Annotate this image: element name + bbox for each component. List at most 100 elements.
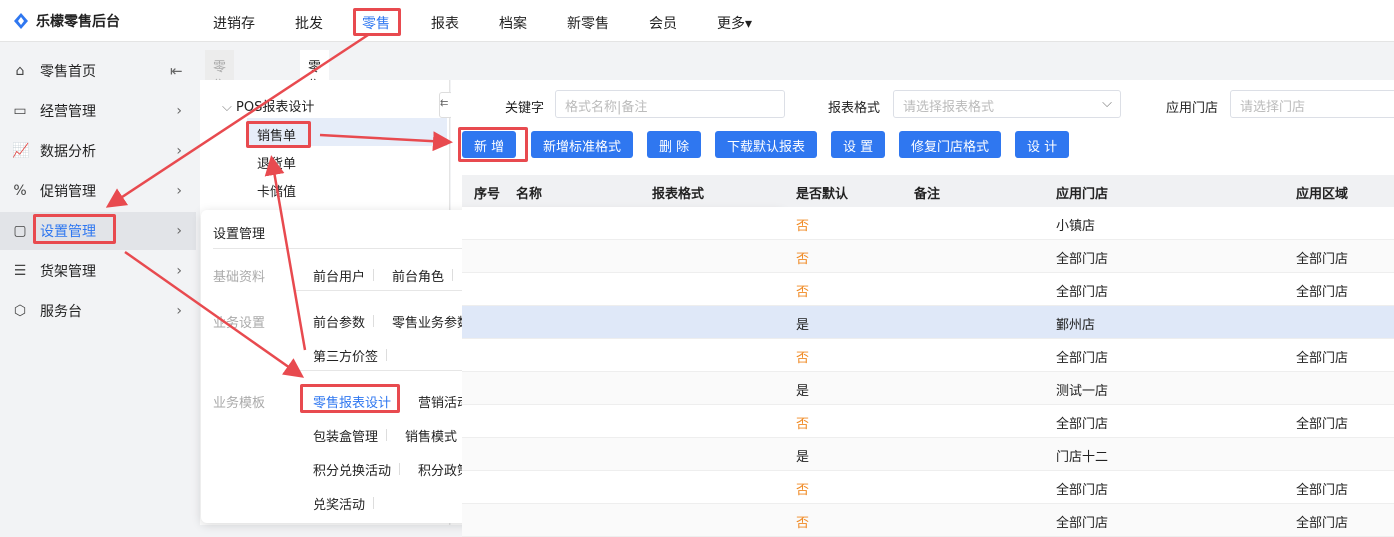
nav-item-0[interactable]: 进销存 — [213, 13, 255, 33]
toolbar-button-3[interactable]: 下载默认报表 — [715, 131, 818, 158]
format-label: 报表格式 — [828, 101, 881, 116]
popup-link[interactable]: 前台用户 — [313, 266, 375, 285]
app-title: 乐檬零售后台 — [36, 14, 120, 30]
nav-item-2[interactable]: 零售 — [362, 13, 390, 33]
sidebar-item-3[interactable]: % 促销管理 › — [0, 172, 196, 210]
cell-default: 否 — [796, 516, 810, 531]
keyword-input[interactable]: 格式名称|备注 — [555, 90, 785, 118]
column-header: 序号 — [474, 187, 501, 202]
home-icon: ⌂ — [15, 63, 25, 79]
chevron-down-icon: ⌵ — [1102, 96, 1112, 111]
folder-icon: ▢ — [13, 223, 27, 239]
chevron-right-icon: › — [176, 183, 182, 199]
shelf-icon: ☰ — [13, 263, 27, 279]
nav-item-3[interactable]: 报表 — [431, 13, 459, 33]
sidebar-item-label: 零售首页 — [40, 64, 96, 80]
cell-store: 全部门店 — [1056, 516, 1109, 531]
cell-region: 全部门店 — [1296, 516, 1349, 531]
tree-item-card[interactable]: 卡储值 — [257, 181, 296, 200]
toolbar-button-6[interactable]: 设 计 — [1015, 131, 1070, 158]
table-row[interactable]: 否 全部门店 全部门店 — [462, 504, 1394, 537]
monitor-icon: ▭ — [13, 103, 27, 119]
cell-store: 测试一店 — [1056, 384, 1109, 399]
popup-link[interactable]: 包装盒管理 — [313, 426, 388, 445]
tree-item-return[interactable]: 退货单 — [257, 153, 296, 172]
popup-link[interactable]: 销售模式 — [405, 426, 467, 445]
sidebar-item-label: 数据分析 — [40, 144, 96, 160]
cell-store: 全部门店 — [1056, 417, 1109, 432]
tab-report-design[interactable]: 零售报表设计 × — [300, 50, 330, 185]
cell-default: 否 — [796, 285, 810, 300]
chevron-right-icon: › — [176, 223, 182, 239]
table-row[interactable]: 是 测试一店 — [462, 372, 1394, 405]
cell-default: 是 — [796, 384, 810, 399]
app-logo: 乐檬零售后台 — [12, 11, 120, 31]
store-label: 应用门店 — [1166, 101, 1219, 116]
store-select[interactable]: 请选择门店 — [1230, 90, 1394, 118]
table-row[interactable]: 是 门店十二 — [462, 438, 1394, 471]
toolbar-button-1[interactable]: 新增标准格式 — [531, 131, 634, 158]
cell-region: 全部门店 — [1296, 252, 1349, 267]
cell-store: 小镇店 — [1056, 219, 1096, 234]
table-row[interactable]: 否 全部门店 全部门店 — [462, 240, 1394, 273]
collapse-left-icon[interactable]: ⇤ — [170, 62, 183, 80]
nav-item-1[interactable]: 批发 — [295, 13, 323, 33]
chevron-right-icon: › — [176, 303, 182, 319]
sidebar-item-1[interactable]: ▭ 经营管理 › — [0, 92, 196, 130]
sidebar-item-label: 货架管理 — [40, 264, 96, 280]
popup-group-label: 业务设置 — [213, 316, 266, 331]
table-row[interactable]: 否 全部门店 全部门店 — [462, 405, 1394, 438]
cell-store: 全部门店 — [1056, 351, 1109, 366]
cell-store: 全部门店 — [1056, 252, 1109, 267]
chevron-right-icon: › — [176, 263, 182, 279]
column-header: 是否默认 — [796, 187, 849, 202]
sidebar: ⌂ 零售首页 ▭ 经营管理 › 📈 数据分析 ›% 促销管理 › ▢ 设置管理 › ☰ 货架管理 › ⬡ 服务台 › — [0, 42, 198, 525]
chevron-right-icon: › — [176, 103, 182, 119]
logo-icon — [14, 13, 28, 29]
nav-item-5[interactable]: 新零售 — [567, 13, 609, 33]
table-header: 序号 名称 报表格式 是否默认 备注 应用门店 应用区域 — [462, 175, 1394, 207]
column-header: 应用区域 — [1296, 187, 1349, 202]
popup-link[interactable]: 零售业务参数 — [392, 312, 480, 331]
box-icon: ⬡ — [13, 303, 27, 319]
popup-group-label: 业务模板 — [213, 396, 266, 411]
cell-region: 全部门店 — [1296, 417, 1349, 432]
popup-link[interactable]: 兑奖活动 — [313, 494, 375, 513]
cell-default: 是 — [796, 318, 810, 333]
toolbar-button-2[interactable]: 删 除 — [647, 131, 702, 158]
chart-icon: 📈 — [12, 143, 30, 159]
nav-item-4[interactable]: 档案 — [499, 13, 527, 33]
sidebar-item-2[interactable]: 📈 数据分析 › — [0, 132, 196, 170]
sidebar-item-label: 促销管理 — [40, 184, 96, 200]
top-header: 乐檬零售后台 — [0, 0, 1394, 42]
cell-store: 全部门店 — [1056, 285, 1109, 300]
format-select[interactable]: 请选择报表格式 ⌵ — [893, 90, 1121, 118]
cell-store: 门店十二 — [1056, 450, 1109, 465]
popup-link[interactable]: 前台参数 — [313, 312, 375, 331]
popup-link[interactable]: 第三方价签 — [313, 346, 388, 365]
nav-item-6[interactable]: 会员 — [649, 13, 677, 33]
cell-default: 否 — [796, 219, 810, 234]
sidebar-item-5[interactable]: ☰ 货架管理 › — [0, 252, 196, 290]
table-row[interactable]: 否 全部门店 全部门店 — [462, 471, 1394, 504]
table-row[interactable]: 否 全部门店 全部门店 — [462, 339, 1394, 372]
table-row[interactable]: 是 鄞州店 — [462, 306, 1394, 339]
sidebar-item-6[interactable]: ⬡ 服务台 › — [0, 292, 196, 330]
column-header: 应用门店 — [1056, 187, 1109, 202]
cell-store: 鄞州店 — [1056, 318, 1096, 333]
chevron-right-icon: › — [176, 143, 182, 159]
popup-link[interactable]: 积分兑换活动 — [313, 460, 401, 479]
sidebar-item-label: 经营管理 — [40, 104, 96, 120]
sidebar-item-0[interactable]: ⌂ 零售首页 — [0, 52, 196, 90]
cell-region: 全部门店 — [1296, 351, 1349, 366]
nav-item-7[interactable]: 更多▾ — [717, 13, 752, 33]
annotation-box-report-design — [300, 384, 400, 413]
toolbar-button-0[interactable]: 新 增 — [462, 131, 517, 158]
toolbar-button-5[interactable]: 修复门店格式 — [899, 131, 1002, 158]
table-row[interactable]: 否 小镇店 — [462, 207, 1394, 240]
table-row[interactable]: 否 全部门店 全部门店 — [462, 273, 1394, 306]
tree-root[interactable]: ⌵ POS报表设计 — [222, 96, 314, 115]
tab-retail-home[interactable]: 零售首页 × — [205, 50, 235, 147]
popup-link[interactable]: 前台角色 — [392, 266, 454, 285]
toolbar-button-4[interactable]: 设 置 — [831, 131, 886, 158]
